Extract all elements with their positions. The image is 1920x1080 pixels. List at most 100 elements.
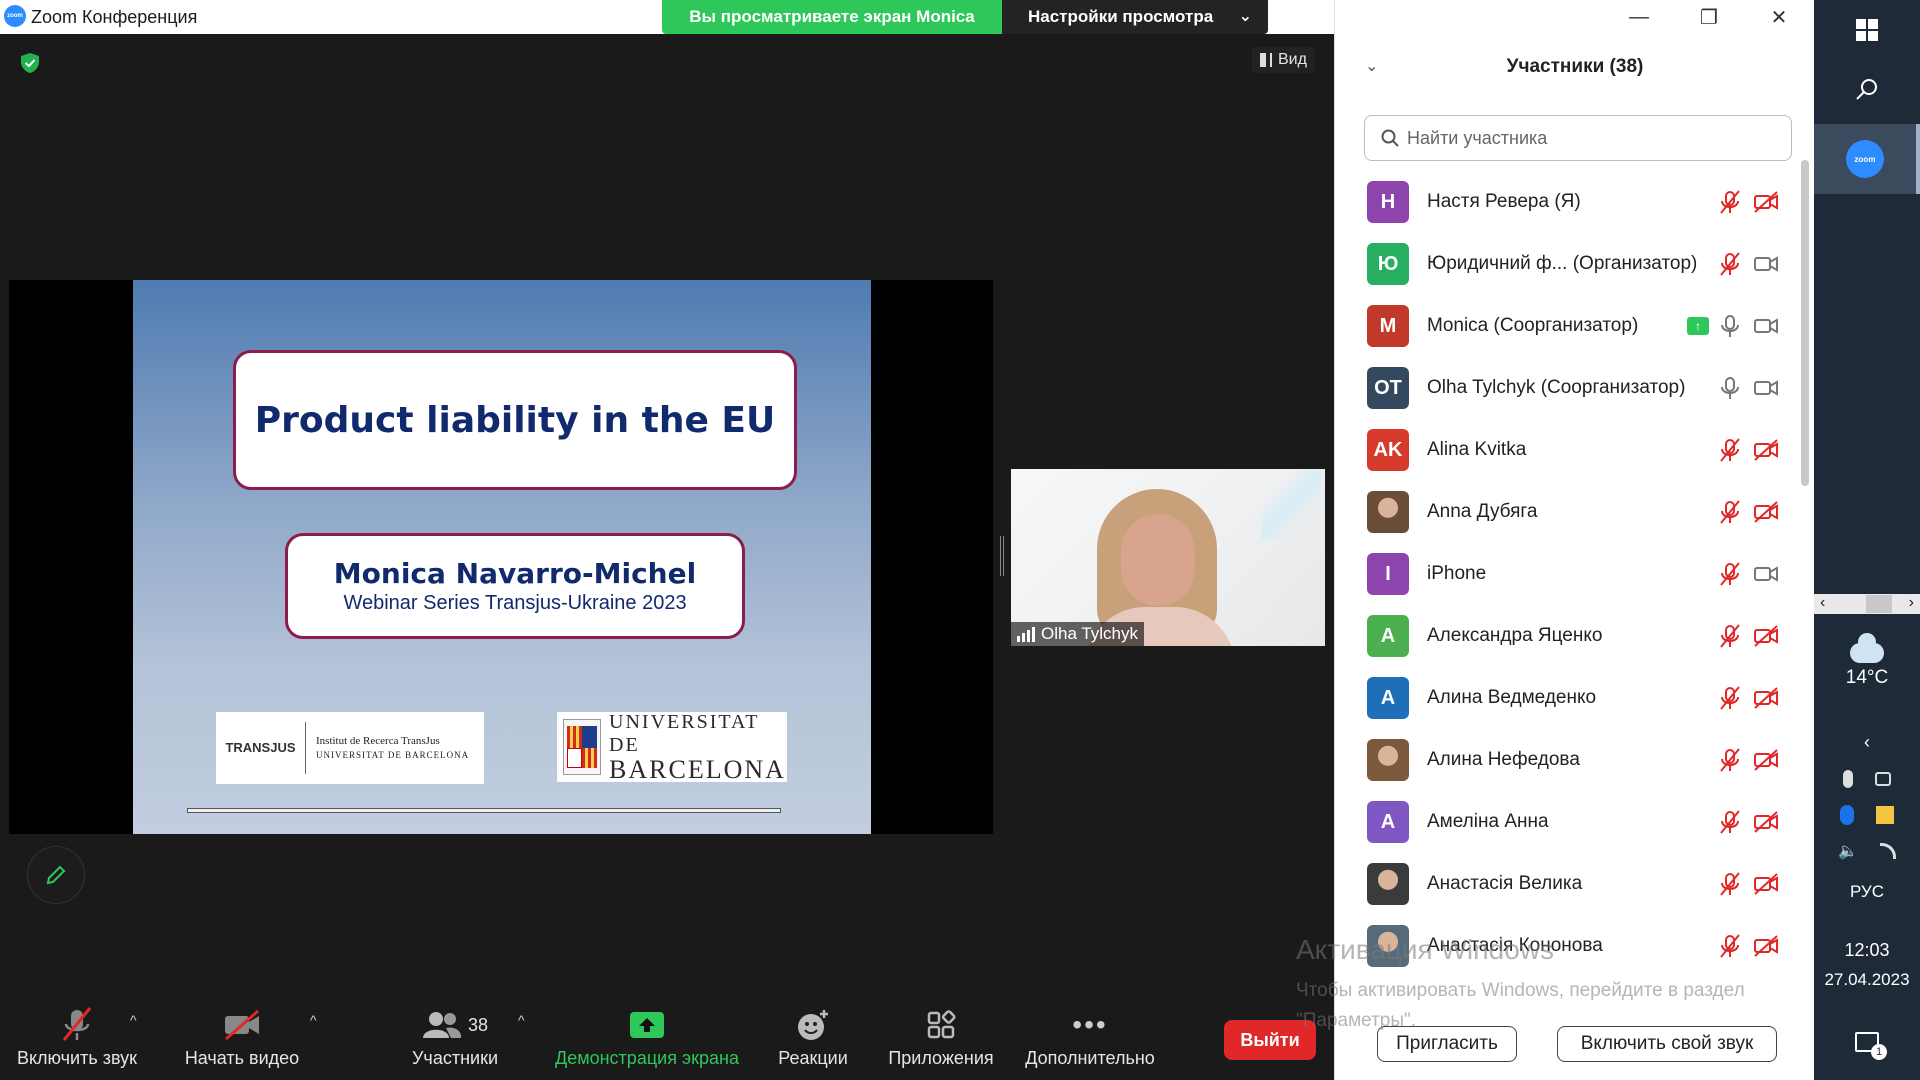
notifications-button[interactable]: 1 xyxy=(1814,1020,1920,1064)
participant-avatar: А xyxy=(1367,801,1409,843)
zoom-meeting-window: zoom Zoom Конференция Вы просматриваете … xyxy=(0,0,1334,1080)
clock-date[interactable]: 27.04.2023 xyxy=(1814,970,1920,990)
participant-row[interactable]: Ю Юридичний ф... (Организатор) xyxy=(1335,233,1795,295)
participant-name: Alina Kvitka xyxy=(1427,439,1527,460)
participant-photo-avatar xyxy=(1367,925,1409,967)
minimize-icon[interactable]: — xyxy=(1604,0,1674,34)
start-video-button[interactable]: Начать видео ^ xyxy=(180,1004,317,1080)
ub-logo-line1: UNIVERSITAT DE xyxy=(609,711,760,756)
taskbar-scrollbar[interactable]: ‹ › xyxy=(1814,594,1920,614)
mic-icon xyxy=(1719,313,1741,339)
participant-row[interactable]: А Александра Яценко xyxy=(1335,605,1795,667)
participant-row[interactable]: А Амеліна Анна xyxy=(1335,791,1795,853)
share-screen-icon xyxy=(630,1012,664,1038)
participant-row[interactable]: Анастасія Кононова xyxy=(1335,915,1795,977)
camera-off-icon xyxy=(1753,625,1779,647)
taskbar-zoom-app[interactable]: zoom xyxy=(1814,124,1920,194)
slide-divider xyxy=(187,808,781,813)
participant-photo-avatar xyxy=(1367,739,1409,781)
camera-tray-icon[interactable] xyxy=(1875,772,1891,786)
scroll-right-icon[interactable]: › xyxy=(1909,594,1914,612)
unmute-button[interactable]: Включить звук ^ xyxy=(12,1004,142,1080)
leave-button[interactable]: Выйти xyxy=(1224,1020,1316,1060)
participants-button[interactable]: 38 Участники ^ xyxy=(396,1004,525,1080)
participant-face xyxy=(1121,514,1195,606)
invite-button[interactable]: Пригласить xyxy=(1377,1026,1517,1062)
tray-expand-icon[interactable]: ‹ xyxy=(1814,730,1920,754)
participant-name: Алина Нефедова xyxy=(1427,749,1580,770)
camera-off-icon xyxy=(1753,935,1779,957)
participant-avatar: А xyxy=(1367,615,1409,657)
microphone-tray-icon[interactable] xyxy=(1843,770,1853,788)
window-controls: — ❐ ✕ xyxy=(1604,0,1814,34)
annotate-button[interactable] xyxy=(27,846,85,904)
participant-avatar: А xyxy=(1367,677,1409,719)
participant-row[interactable]: Алина Нефедова xyxy=(1335,729,1795,791)
screen-share-banner: Вы просматриваете экран Monica xyxy=(662,0,1002,34)
resize-handle[interactable] xyxy=(1000,536,1004,576)
participant-row[interactable]: IiPhone xyxy=(1335,543,1795,605)
keyboard-language[interactable]: РУС xyxy=(1814,882,1920,902)
audio-options-caret-icon[interactable]: ^ xyxy=(130,1012,137,1028)
chevron-down-icon: ⌄ xyxy=(1238,8,1252,25)
mic-muted-icon xyxy=(1719,747,1741,773)
participant-row[interactable]: А Алина Ведмеденко xyxy=(1335,667,1795,729)
participant-search[interactable] xyxy=(1364,115,1792,161)
university-barcelona-logo: UNIVERSITAT DE BARCELONA xyxy=(557,711,787,783)
weather-widget[interactable]: 14°C xyxy=(1814,633,1920,696)
start-video-label: Начать видео xyxy=(184,1048,300,1068)
wifi-icon[interactable] xyxy=(1879,843,1896,859)
clock-time[interactable]: 12:03 xyxy=(1814,940,1920,961)
slide-title: Product liability in the EU xyxy=(254,399,776,441)
transjus-logo: TRANSJUS Institut de Recerca TransJus UN… xyxy=(216,712,484,784)
share-screen-button[interactable]: Демонстрация экрана xyxy=(549,1004,745,1080)
participant-avatar: Ю xyxy=(1367,243,1409,285)
reactions-button[interactable]: Реакции xyxy=(772,1004,854,1080)
view-button[interactable]: Вид xyxy=(1252,47,1315,73)
volume-icon[interactable]: 🔈 xyxy=(1838,841,1858,861)
windows-security-icon[interactable] xyxy=(1876,806,1894,824)
participant-name: Настя Ревера (Я) xyxy=(1427,191,1581,212)
mic-icon xyxy=(1719,375,1741,401)
participant-name: Olha Tylchyk (Соорганизатор) xyxy=(1427,377,1686,398)
scroll-left-icon[interactable]: ‹ xyxy=(1820,594,1825,612)
windows-taskbar: zoom ‹ › 14°C ‹ 🔈 РУС 12:03 27.04.2023 1 xyxy=(1814,0,1920,1080)
participant-video-tile[interactable]: Olha Tylchyk xyxy=(1011,469,1325,646)
camera-off-icon xyxy=(1753,687,1779,709)
participant-name: Юридичний ф... (Организатор) xyxy=(1427,253,1698,274)
reactions-icon xyxy=(798,1010,828,1040)
participants-caret-icon[interactable]: ^ xyxy=(518,1012,525,1028)
participant-row[interactable]: M Monica (Соорганизатор) ↑ xyxy=(1335,295,1795,357)
participant-search-input[interactable] xyxy=(1407,127,1767,149)
encryption-shield-icon[interactable] xyxy=(20,52,40,74)
participant-name: Алина Ведмеденко xyxy=(1427,687,1597,708)
video-options-caret-icon[interactable]: ^ xyxy=(310,1012,317,1028)
notification-icon: 1 xyxy=(1855,1032,1887,1060)
more-button[interactable]: ••• Дополнительно xyxy=(1018,1004,1162,1080)
participant-row[interactable]: OT Olha Tylchyk (Соорганизатор) xyxy=(1335,357,1795,419)
close-icon[interactable]: ✕ xyxy=(1744,0,1814,34)
participant-row[interactable]: Anna Дубяга xyxy=(1335,481,1795,543)
participant-list-scrollbar[interactable] xyxy=(1801,160,1809,486)
participant-row[interactable]: Анастасія Велика xyxy=(1335,853,1795,915)
view-options-dropdown[interactable]: Настройки просмотра ⌄ xyxy=(1002,0,1268,34)
participant-row[interactable]: AK Alina Kvitka xyxy=(1335,419,1795,481)
unmute-self-button[interactable]: Включить свой звук xyxy=(1557,1026,1777,1062)
participants-label: Участники xyxy=(412,1048,498,1068)
taskbar-search-icon[interactable] xyxy=(1814,70,1920,110)
weather-temp: 14°C xyxy=(1845,667,1889,688)
participant-row[interactable]: Н Настя Ревера (Я) xyxy=(1335,171,1795,233)
restore-icon[interactable]: ❐ xyxy=(1674,0,1744,34)
shared-screen: Product liability in the EU Monica Navar… xyxy=(9,280,993,834)
participant-name: Анастасія Велика xyxy=(1427,873,1583,894)
video-name-label: Olha Tylchyk xyxy=(1011,622,1145,646)
camera-icon xyxy=(1753,563,1779,585)
more-label: Дополнительно xyxy=(1025,1048,1155,1068)
apps-button[interactable]: Приложения xyxy=(882,1004,1000,1080)
bluetooth-icon[interactable] xyxy=(1840,805,1854,825)
participants-icon xyxy=(422,1012,462,1038)
signal-strength-icon xyxy=(1017,626,1035,642)
university-crest-icon xyxy=(563,719,602,775)
windows-start-icon[interactable] xyxy=(1814,10,1920,50)
mic-muted-icon xyxy=(1719,189,1741,215)
